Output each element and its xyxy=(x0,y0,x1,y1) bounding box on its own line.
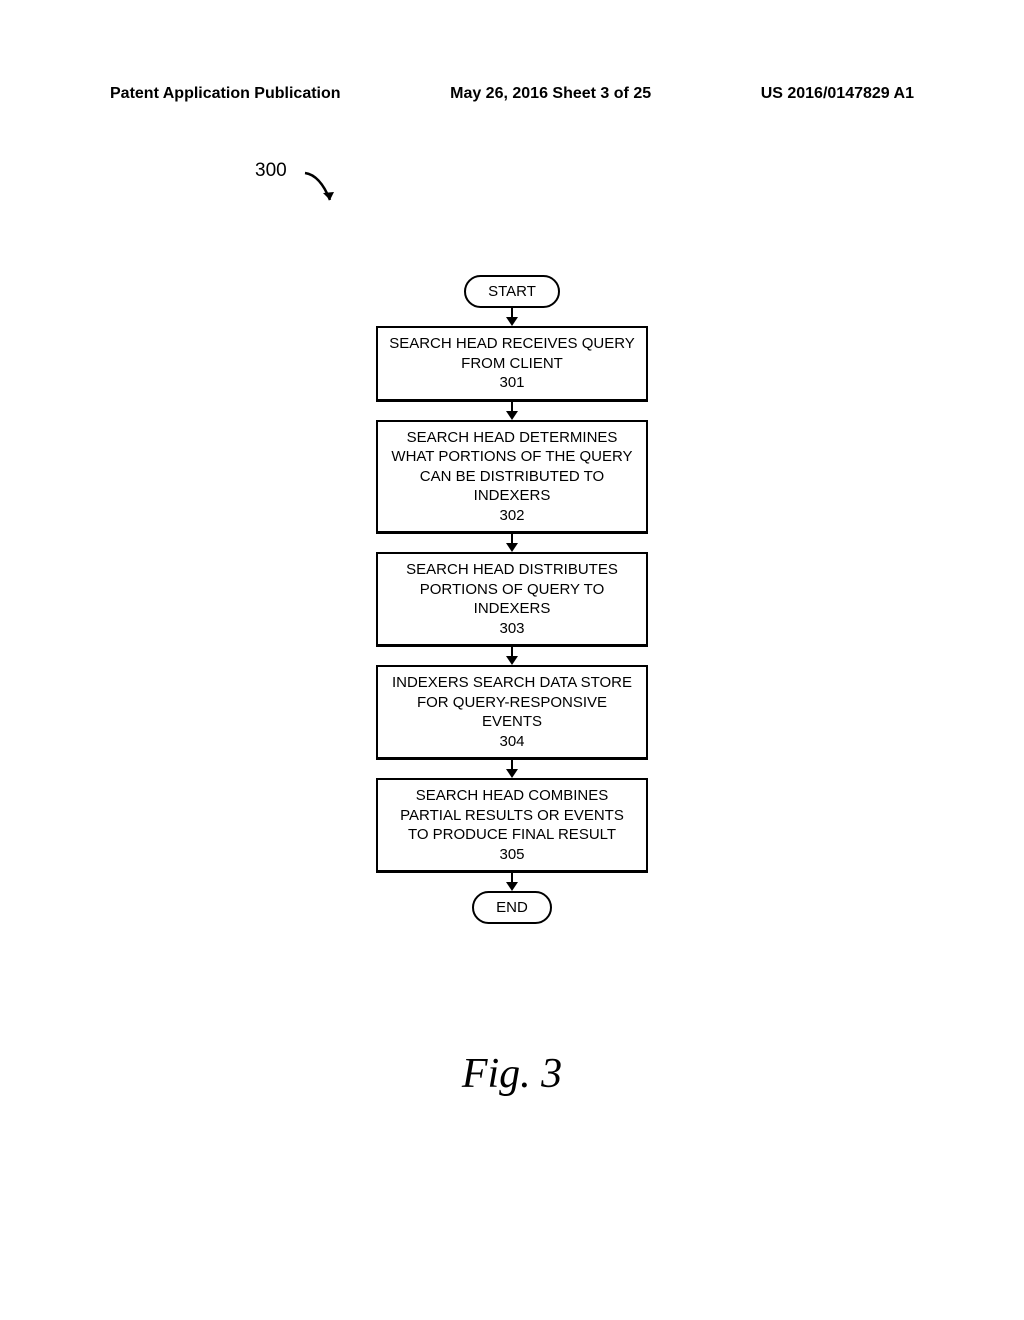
end-terminal: END xyxy=(472,891,552,924)
step-number: 302 xyxy=(388,506,636,526)
arrow-down-icon xyxy=(506,656,518,665)
arrow-down-icon xyxy=(506,317,518,326)
connector xyxy=(506,647,518,665)
step-text: SEARCH HEAD COMBINES PARTIAL RESULTS OR … xyxy=(388,786,636,845)
header-right: US 2016/0147829 A1 xyxy=(761,85,914,103)
page-header: Patent Application Publication May 26, 2… xyxy=(0,85,1024,103)
arrow-down-icon xyxy=(506,543,518,552)
arrow-down-icon xyxy=(506,411,518,420)
start-terminal: START xyxy=(464,275,560,308)
end-label: END xyxy=(496,899,528,916)
header-left: Patent Application Publication xyxy=(110,85,341,103)
reference-number: 300 xyxy=(255,160,287,182)
connector xyxy=(506,760,518,778)
connector xyxy=(506,308,518,326)
start-label: START xyxy=(488,283,536,300)
arrow-down-icon xyxy=(506,882,518,891)
connector xyxy=(506,402,518,420)
process-step-301: SEARCH HEAD RECEIVES QUERY FROM CLIENT 3… xyxy=(376,326,648,402)
step-text: INDEXERS SEARCH DATA STORE FOR QUERY-RES… xyxy=(388,673,636,732)
header-center: May 26, 2016 Sheet 3 of 25 xyxy=(450,85,651,103)
flowchart-container: START SEARCH HEAD RECEIVES QUERY FROM CL… xyxy=(376,275,648,924)
step-text: SEARCH HEAD DISTRIBUTES PORTIONS OF QUER… xyxy=(388,560,636,619)
process-step-304: INDEXERS SEARCH DATA STORE FOR QUERY-RES… xyxy=(376,665,648,760)
arrow-down-icon xyxy=(506,769,518,778)
figure-label: Fig. 3 xyxy=(462,1050,562,1098)
reference-arrow-icon xyxy=(300,165,350,215)
process-step-302: SEARCH HEAD DETERMINES WHAT PORTIONS OF … xyxy=(376,420,648,535)
step-text: SEARCH HEAD RECEIVES QUERY FROM CLIENT xyxy=(388,334,636,373)
process-step-303: SEARCH HEAD DISTRIBUTES PORTIONS OF QUER… xyxy=(376,552,648,647)
step-number: 303 xyxy=(388,619,636,639)
step-number: 304 xyxy=(388,732,636,752)
connector xyxy=(506,534,518,552)
process-step-305: SEARCH HEAD COMBINES PARTIAL RESULTS OR … xyxy=(376,778,648,873)
step-number: 301 xyxy=(388,373,636,393)
step-number: 305 xyxy=(388,845,636,865)
step-text: SEARCH HEAD DETERMINES WHAT PORTIONS OF … xyxy=(388,428,636,506)
connector xyxy=(506,873,518,891)
